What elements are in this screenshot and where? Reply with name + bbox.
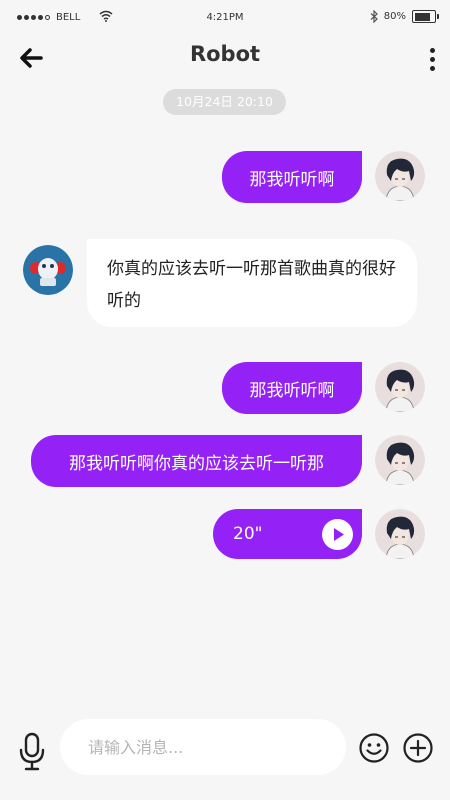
user-avatar-image <box>375 151 425 201</box>
user-avatar[interactable] <box>375 151 425 201</box>
user-avatar-image <box>375 362 425 412</box>
user-avatar-image <box>375 435 425 485</box>
play-icon <box>334 527 344 541</box>
microphone-icon <box>19 732 45 771</box>
outgoing-message-bubble[interactable]: 那我听听啊你真的应该去听一听那 <box>31 435 362 487</box>
plus-circle-icon <box>403 733 433 763</box>
user-avatar-image <box>375 509 425 559</box>
header: Robot <box>0 36 450 80</box>
message-text: 那我听听啊 <box>249 169 335 190</box>
status-bar: BELL 4:21PM 80% <box>0 0 450 36</box>
status-right-group: 80% <box>370 10 439 23</box>
outgoing-message-bubble[interactable]: 那我听听啊 <box>222 362 362 414</box>
message-text: 那我听听啊你真的应该去听一听那 <box>69 453 324 474</box>
message-text: 那我听听啊 <box>249 380 335 401</box>
smiley-icon <box>359 733 389 763</box>
user-avatar[interactable] <box>375 435 425 485</box>
voice-duration: 20" <box>233 524 263 544</box>
message-timestamp: 10月24日 20:10 <box>163 89 286 115</box>
user-avatar[interactable] <box>375 362 425 412</box>
battery-percent: 80% <box>383 11 406 22</box>
robot-avatar-image <box>23 245 73 295</box>
outgoing-message-bubble[interactable]: 那我听听啊 <box>222 151 362 203</box>
message-input[interactable] <box>60 719 346 775</box>
play-button[interactable] <box>322 518 353 550</box>
mic-button[interactable] <box>17 732 47 772</box>
battery-icon <box>412 10 439 23</box>
user-avatar[interactable] <box>375 509 425 559</box>
page-title: Robot <box>189 42 261 66</box>
incoming-message-bubble[interactable]: 你真的应该去听一听那首歌曲真的很好听的 <box>87 239 417 327</box>
voice-message-bubble[interactable]: 20" <box>213 509 362 559</box>
message-text: 你真的应该去听一听那首歌曲真的很好听的 <box>107 259 396 311</box>
emoji-button[interactable] <box>358 732 390 764</box>
bluetooth-icon <box>370 10 378 23</box>
add-button[interactable] <box>402 732 434 764</box>
more-vertical-icon[interactable] <box>426 44 438 74</box>
robot-avatar[interactable] <box>23 245 73 295</box>
battery-fill <box>414 12 430 21</box>
input-bar <box>0 710 450 800</box>
